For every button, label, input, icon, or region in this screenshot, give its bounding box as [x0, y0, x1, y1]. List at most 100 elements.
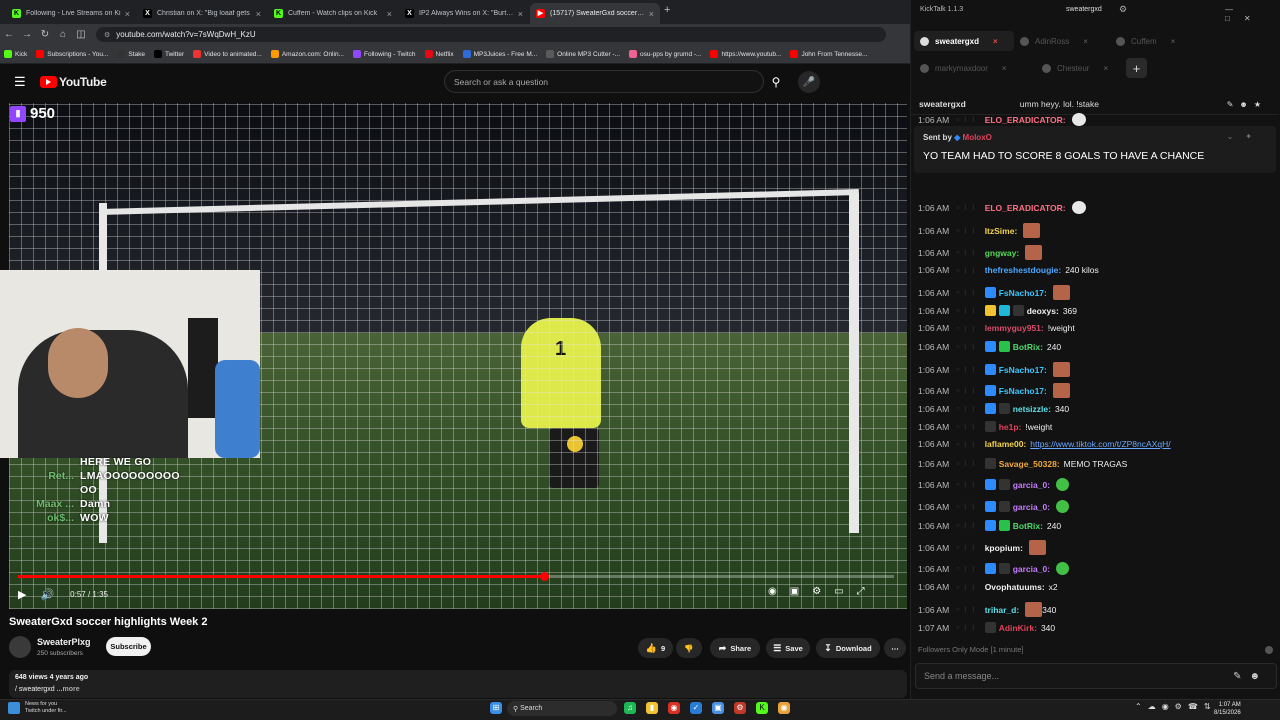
message-username[interactable]: thefreshestdougie:	[985, 265, 1062, 275]
message-username[interactable]: laflame00:	[985, 439, 1027, 449]
chat-message[interactable]: 1:06 AM ○❘❘ BotRix: 240	[918, 341, 1061, 352]
chat-message[interactable]: 1:07 AM ○❘❘ AdinKirk: 340	[918, 622, 1055, 633]
message-username[interactable]: ELO_ERADICATOR:	[985, 115, 1066, 125]
chat-message[interactable]: 1:06 AM ○❘❘ FsNacho17:	[918, 362, 1070, 377]
dislike-button[interactable]: 👎	[676, 638, 702, 658]
close-tab-icon[interactable]: ×	[387, 9, 392, 19]
pinned-sender[interactable]: MoloxO	[963, 133, 992, 142]
progress-scrubber[interactable]	[540, 572, 549, 581]
chat-input-icons[interactable]: ✎☻	[1233, 671, 1268, 682]
close-tab-icon[interactable]: ×	[125, 9, 130, 19]
play-icon[interactable]: ▶	[18, 588, 26, 601]
kicktalk-settings-icon[interactable]: ⚙	[1119, 4, 1127, 15]
description-box[interactable]: 648 views 4 years ago / sweatergxd ...mo…	[9, 670, 907, 698]
message-username[interactable]: Savage_50328:	[999, 459, 1060, 469]
browser-tab[interactable]: K Following - Live Streams on Ki ×	[6, 3, 136, 24]
close-tab-icon[interactable]: ×	[1103, 64, 1108, 73]
close-tab-icon[interactable]: ×	[518, 9, 523, 19]
browser-tab[interactable]: X Christian on X: "Big loaaf gets ×	[137, 3, 267, 24]
message-username[interactable]: gngway:	[985, 248, 1019, 258]
message-username[interactable]: AdinKirk:	[999, 623, 1037, 633]
message-username[interactable]: netsizzle:	[1013, 404, 1051, 414]
message-username[interactable]: ItzSime:	[985, 226, 1018, 236]
back-icon[interactable]: ←	[0, 29, 18, 40]
message-username[interactable]: trihar_d:	[985, 605, 1019, 615]
message-username[interactable]: lemmyguy951:	[985, 323, 1044, 333]
save-button[interactable]: ☰ Save	[766, 638, 810, 658]
kicktalk-tab[interactable]: AdinRoss ×	[1014, 31, 1114, 51]
volume-icon[interactable]: 🔊	[40, 588, 54, 601]
home-icon[interactable]: ⌂	[54, 29, 72, 40]
message-username[interactable]: FsNacho17:	[999, 386, 1047, 396]
close-tab-icon[interactable]: ×	[1002, 64, 1007, 73]
bookmark-item[interactable]: Twitter	[153, 50, 184, 58]
kicktalk-tab[interactable]: Chesteur ×	[1036, 58, 1120, 78]
share-button[interactable]: ➦ Share	[710, 638, 760, 658]
subscribe-button[interactable]: Subscribe	[106, 637, 151, 656]
chat-message[interactable]: 1:06 AM ○❘❘ garcia_0:	[918, 478, 1070, 491]
kicktalk-tab[interactable]: sweatergxd ×	[914, 31, 1014, 51]
mod-tools-icons[interactable]: ○❘❘	[956, 405, 979, 412]
kicktalk-user[interactable]: sweatergxd	[1066, 6, 1102, 13]
mod-tools-icons[interactable]: ○❘❘	[956, 544, 979, 551]
mod-tools-icons[interactable]: ○❘❘	[956, 387, 979, 394]
message-username[interactable]: garcia_0:	[1013, 480, 1050, 490]
mod-tools-icons[interactable]: ○❘❘	[956, 343, 979, 350]
message-username[interactable]: kpopium:	[985, 543, 1023, 553]
settings-gear-icon[interactable]: ⚙	[812, 586, 821, 597]
mod-tools-icons[interactable]: ○❘❘	[956, 441, 979, 448]
close-tab-icon[interactable]: ×	[649, 9, 654, 19]
bookmark-item[interactable]: Netflix	[424, 50, 454, 58]
kicktalk-tab[interactable]: Cuffem ×	[1110, 31, 1196, 51]
search-icon[interactable]: ⚲	[764, 70, 788, 93]
file-explorer-icon[interactable]: ▮	[646, 702, 658, 714]
chat-message[interactable]: 1:06 AM ○❘❘ BotRix: 240	[918, 520, 1061, 531]
chat-message[interactable]: 1:06 AM ○❘❘ laflame00: https://www.tiktok.c…	[918, 439, 1171, 449]
channel-name[interactable]: SweaterPlxg	[37, 637, 91, 647]
theater-mode-icon[interactable]: ▭	[834, 586, 843, 597]
close-tab-icon[interactable]: ×	[256, 9, 261, 19]
kicktalk-taskbar-icon[interactable]: K	[756, 702, 768, 714]
bookmark-item[interactable]: Stake	[117, 50, 145, 58]
message-username[interactable]: BotRix:	[1013, 342, 1043, 352]
browser-tab[interactable]: K Cuffem - Watch clips on Kick ×	[268, 3, 398, 24]
message-username[interactable]: FsNacho17:	[999, 288, 1047, 298]
channel-avatar[interactable]	[9, 636, 31, 658]
chat-message[interactable]: 1:06 AM ○❘❘ FsNacho17:	[918, 285, 1070, 300]
message-username[interactable]: garcia_0:	[1013, 564, 1050, 574]
windows-start-icon[interactable]: ⊞	[490, 702, 502, 714]
taskbar-search[interactable]: ⚲ Search	[507, 701, 617, 716]
new-tab-button[interactable]: +	[664, 4, 670, 16]
chat-message[interactable]: 1:06 AM ○❘❘ FsNacho17:	[918, 383, 1070, 398]
chat-message[interactable]: 1:06 AM ○❘❘ thefreshestdougie: 240 kilos	[918, 265, 1099, 275]
chat-message[interactable]: 1:06 AM ○❘❘ deoxys: 369	[918, 305, 1077, 316]
bookmark-item[interactable]: Amazon.com: Onlin...	[270, 50, 344, 58]
mod-tools-icons[interactable]: ○❘❘	[956, 116, 979, 123]
app-icon-check[interactable]: ✓	[690, 702, 702, 714]
message-username[interactable]: he1p:	[999, 422, 1022, 432]
mod-tools-icons[interactable]: ○❘❘	[956, 584, 979, 591]
chat-message[interactable]: 1:06 AM ○❘❘ lemmyguy951: !weight	[918, 323, 1075, 333]
chat-message[interactable]: 1:06 AM ○❘❘ garcia_0:	[918, 562, 1070, 575]
more-actions-button[interactable]: ⋯	[884, 638, 906, 658]
chat-message[interactable]: 1:06 AM ○❘❘ Ovophatuums: x2	[918, 582, 1058, 592]
mod-tools-icons[interactable]: ○❘❘	[956, 325, 979, 332]
mod-tools-icons[interactable]: ○❘❘	[956, 204, 979, 211]
youtube-logo[interactable]: YouTube	[40, 75, 107, 89]
mod-tools-icons[interactable]: ○❘❘	[956, 307, 979, 314]
mod-tools-icons[interactable]: ○❘❘	[956, 249, 979, 256]
reload-icon[interactable]: ↻	[36, 29, 54, 40]
browser-tab[interactable]: ▶ (15717) SweaterGxd soccer hig ×	[530, 3, 660, 24]
more-link[interactable]: ...more	[57, 686, 80, 693]
bookmark-item[interactable]: osu-pps by grumd -...	[629, 50, 701, 58]
hamburger-menu-icon[interactable]: ☰	[14, 74, 32, 90]
fullscreen-icon[interactable]: ⤢	[857, 586, 865, 597]
search-input[interactable]: Search or ask a question	[444, 70, 764, 93]
site-info-icon[interactable]: ⚙	[104, 31, 110, 39]
mod-tools-icons[interactable]: ○❘❘	[956, 565, 979, 572]
mod-tools-icons[interactable]: ○❘❘	[956, 423, 979, 430]
mod-tools-icons[interactable]: ○❘❘	[956, 522, 979, 529]
bookmark-item[interactable]: Kick	[4, 50, 27, 58]
mod-tools-icons[interactable]: ○❘❘	[956, 481, 979, 488]
close-tab-icon[interactable]: ×	[1083, 37, 1088, 46]
